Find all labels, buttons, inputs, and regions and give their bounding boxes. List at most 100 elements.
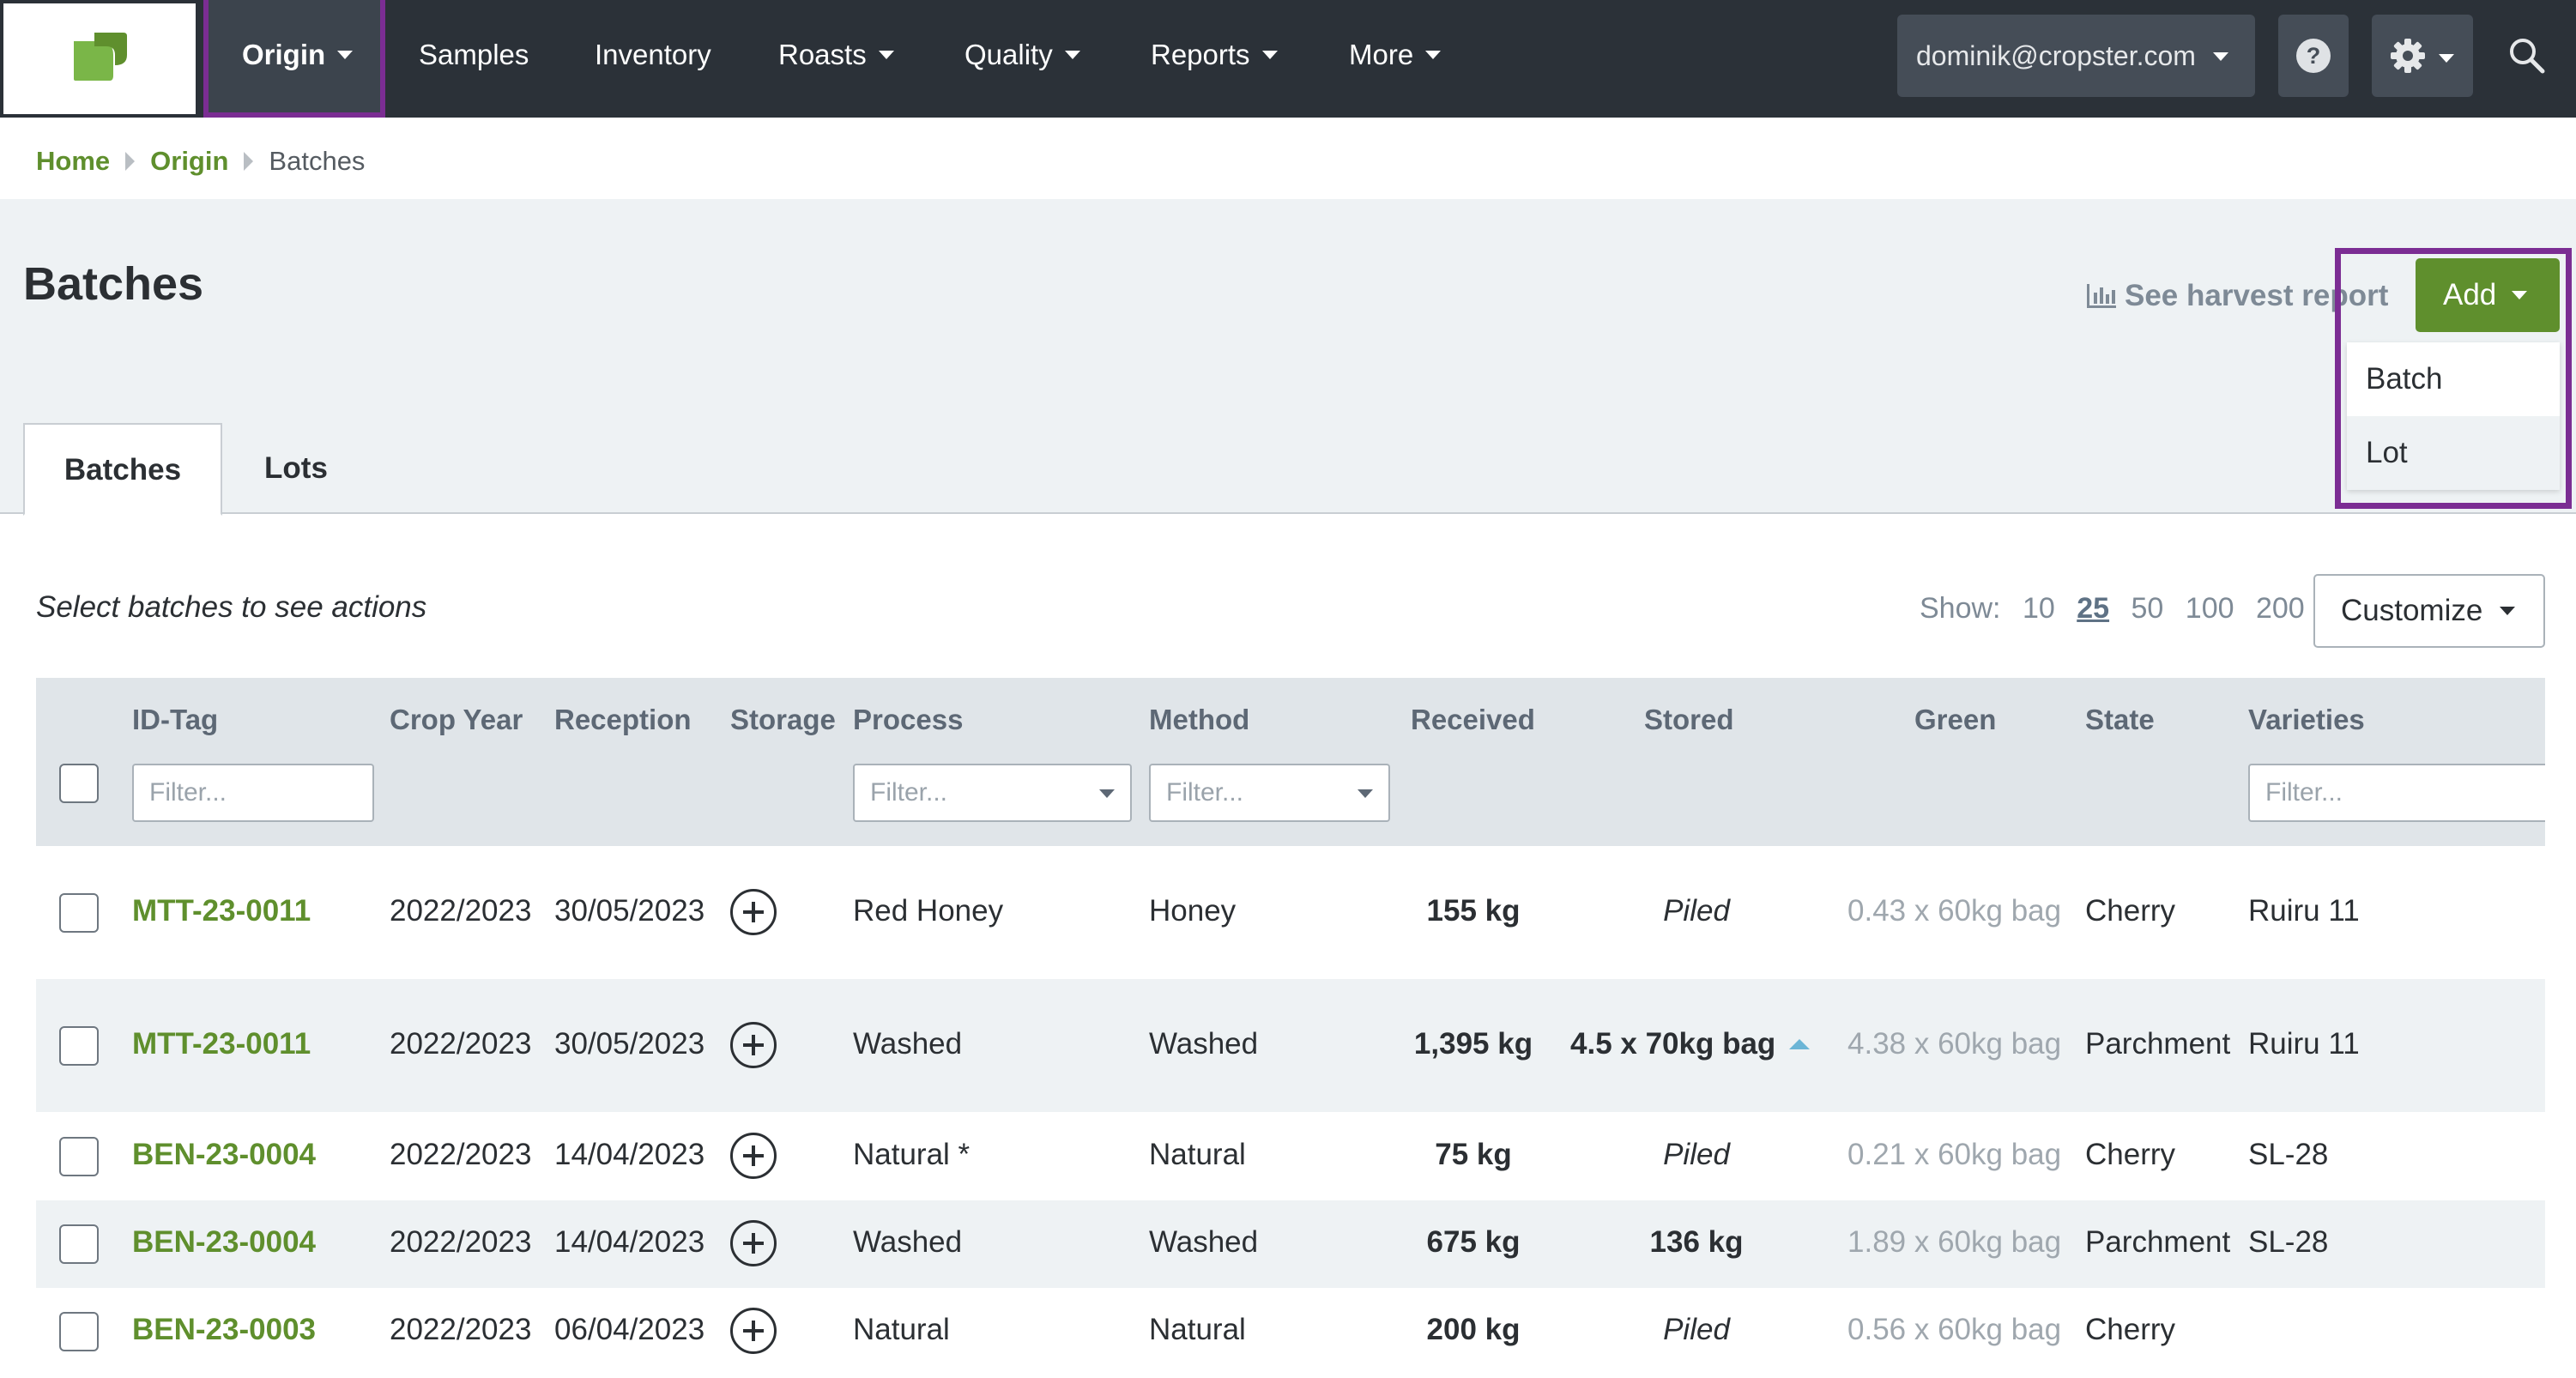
nav-item-reports[interactable]: Reports [1151, 0, 1278, 112]
chevron-down-icon [1358, 789, 1373, 798]
column-header-stored[interactable]: Stored [1644, 704, 1734, 736]
gear-icon [2391, 39, 2425, 73]
column-header-storage[interactable]: Storage [730, 704, 836, 736]
nav-item-quality[interactable]: Quality [964, 0, 1080, 112]
customize-button[interactable]: Customize [2313, 574, 2545, 648]
nav-item-samples[interactable]: Samples [419, 0, 529, 112]
batch-id-link[interactable]: MTT-23-0011 [132, 894, 311, 928]
process-filter-placeholder: Filter... [870, 778, 948, 807]
user-menu-button[interactable]: dominik@cropster.com [1897, 15, 2255, 97]
row-checkbox[interactable] [59, 1026, 99, 1066]
batch-id-link[interactable]: BEN-23-0004 [132, 1225, 316, 1260]
table-row[interactable]: MTT-23-0011 2022/2023 30/05/2023 Red Hon… [36, 846, 2545, 979]
process-filter-select[interactable]: Filter... [853, 764, 1132, 822]
chevron-down-icon [2500, 606, 2516, 615]
selection-hint: Select batches to see actions [36, 590, 427, 624]
select-all-checkbox[interactable] [59, 764, 99, 803]
stored-amount: Piled [1663, 894, 1730, 928]
nav-inventory-label: Inventory [595, 39, 711, 70]
add-menu-item-lot[interactable]: Lot [2347, 416, 2560, 490]
method-filter-placeholder: Filter... [1166, 778, 1244, 807]
bar-chart-icon [2087, 283, 2116, 308]
help-icon: ? [2296, 39, 2331, 73]
process: Washed [853, 1027, 963, 1061]
add-menu-item-batch[interactable]: Batch [2347, 342, 2560, 416]
state: Parchment [2085, 1225, 2231, 1259]
process: Red Honey [853, 894, 1004, 928]
row-checkbox[interactable] [59, 1137, 99, 1176]
table-row[interactable]: BEN-23-0004 2022/2023 14/04/2023 Natural… [36, 1112, 2545, 1200]
received-amount: 75 kg [1435, 1138, 1512, 1171]
column-header-state[interactable]: State [2085, 704, 2155, 736]
add-storage-icon[interactable] [730, 1220, 777, 1266]
stored-amount: Piled [1663, 1138, 1730, 1171]
nav-samples-label: Samples [419, 39, 529, 70]
green-amount: 0.56 x 60kg bag [1847, 1313, 2062, 1346]
add-storage-icon[interactable] [730, 1308, 777, 1354]
nav-item-inventory[interactable]: Inventory [595, 0, 711, 112]
breadcrumb-separator-icon [125, 151, 136, 171]
method: Honey [1149, 894, 1237, 928]
tab-lots[interactable]: Lots [249, 423, 343, 514]
add-storage-icon[interactable] [730, 1022, 777, 1068]
logo-link[interactable] [3, 3, 196, 114]
page-size-200[interactable]: 200 [2256, 592, 2305, 625]
nav-item-more[interactable]: More [1349, 0, 1442, 112]
method: Washed [1149, 1225, 1259, 1259]
chevron-down-icon [2512, 290, 2528, 299]
add-storage-icon[interactable] [730, 1133, 777, 1179]
page-header [0, 199, 2576, 514]
column-header-id-tag[interactable]: ID-Tag [132, 704, 218, 736]
table-row[interactable]: MTT-23-0011 2022/2023 30/05/2023 Washed … [36, 979, 2545, 1112]
tab-batches[interactable]: Batches [23, 423, 222, 516]
nav-roasts-label: Roasts [778, 39, 867, 70]
chevron-down-icon [1099, 789, 1115, 798]
column-header-varieties[interactable]: Varieties [2248, 704, 2365, 736]
table-row[interactable]: BEN-23-0004 2022/2023 14/04/2023 Washed … [36, 1200, 2545, 1288]
reception-date: 30/05/2023 [554, 1027, 705, 1061]
chevron-down-icon [1261, 51, 1278, 60]
row-checkbox[interactable] [59, 1224, 99, 1264]
page-size-50[interactable]: 50 [2132, 592, 2164, 625]
id-tag-filter-input[interactable]: Filter... [132, 764, 374, 822]
breadcrumb-home[interactable]: Home [36, 146, 110, 176]
reception-date: 14/04/2023 [554, 1138, 705, 1171]
stored-amount-cell: 4.5 x 70kg bag [1570, 1027, 1811, 1061]
batch-id-link[interactable]: MTT-23-0011 [132, 1027, 311, 1061]
breadcrumb-origin[interactable]: Origin [150, 146, 228, 176]
row-checkbox[interactable] [59, 1312, 99, 1351]
settings-button[interactable] [2372, 15, 2473, 97]
table-row[interactable]: BEN-23-0003 2022/2023 06/04/2023 Natural… [36, 1288, 2545, 1378]
method-filter-select[interactable]: Filter... [1149, 764, 1390, 822]
batch-id-link[interactable]: BEN-23-0004 [132, 1138, 316, 1172]
page-size-25[interactable]: 25 [2077, 592, 2109, 625]
batch-id-link[interactable]: BEN-23-0003 [132, 1313, 316, 1347]
green-amount: 0.21 x 60kg bag [1847, 1138, 2062, 1171]
nav-item-roasts[interactable]: Roasts [778, 0, 894, 112]
row-checkbox[interactable] [59, 893, 99, 933]
search-button[interactable] [2507, 36, 2545, 78]
search-icon [2510, 39, 2545, 74]
add-button[interactable]: Add [2416, 258, 2560, 332]
page-size-10[interactable]: 10 [2023, 592, 2055, 625]
nav-item-origin[interactable]: Origin [242, 0, 354, 112]
column-header-reception[interactable]: Reception [554, 704, 692, 736]
column-header-crop-year[interactable]: Crop Year [390, 704, 523, 736]
page-title: Batches [23, 258, 204, 310]
process: Natural [853, 1313, 950, 1346]
help-button[interactable]: ? [2278, 15, 2349, 97]
add-storage-icon[interactable] [730, 889, 777, 935]
column-header-process[interactable]: Process [853, 704, 963, 736]
crop-year: 2022/2023 [390, 1313, 532, 1346]
column-header-method[interactable]: Method [1149, 704, 1249, 736]
varieties: Ruiru 11 [2248, 894, 2360, 928]
varieties-filter-input[interactable]: Filter... [2248, 764, 2545, 822]
column-header-received[interactable]: Received [1411, 704, 1535, 736]
customize-label: Customize [2341, 594, 2483, 627]
expand-up-icon[interactable] [1789, 1038, 1811, 1049]
state: Cherry [2085, 1138, 2176, 1171]
chevron-down-icon [878, 51, 894, 60]
column-header-green[interactable]: Green [1914, 704, 1996, 736]
page-size-100[interactable]: 100 [2186, 592, 2234, 625]
chevron-down-icon [1425, 51, 1442, 60]
